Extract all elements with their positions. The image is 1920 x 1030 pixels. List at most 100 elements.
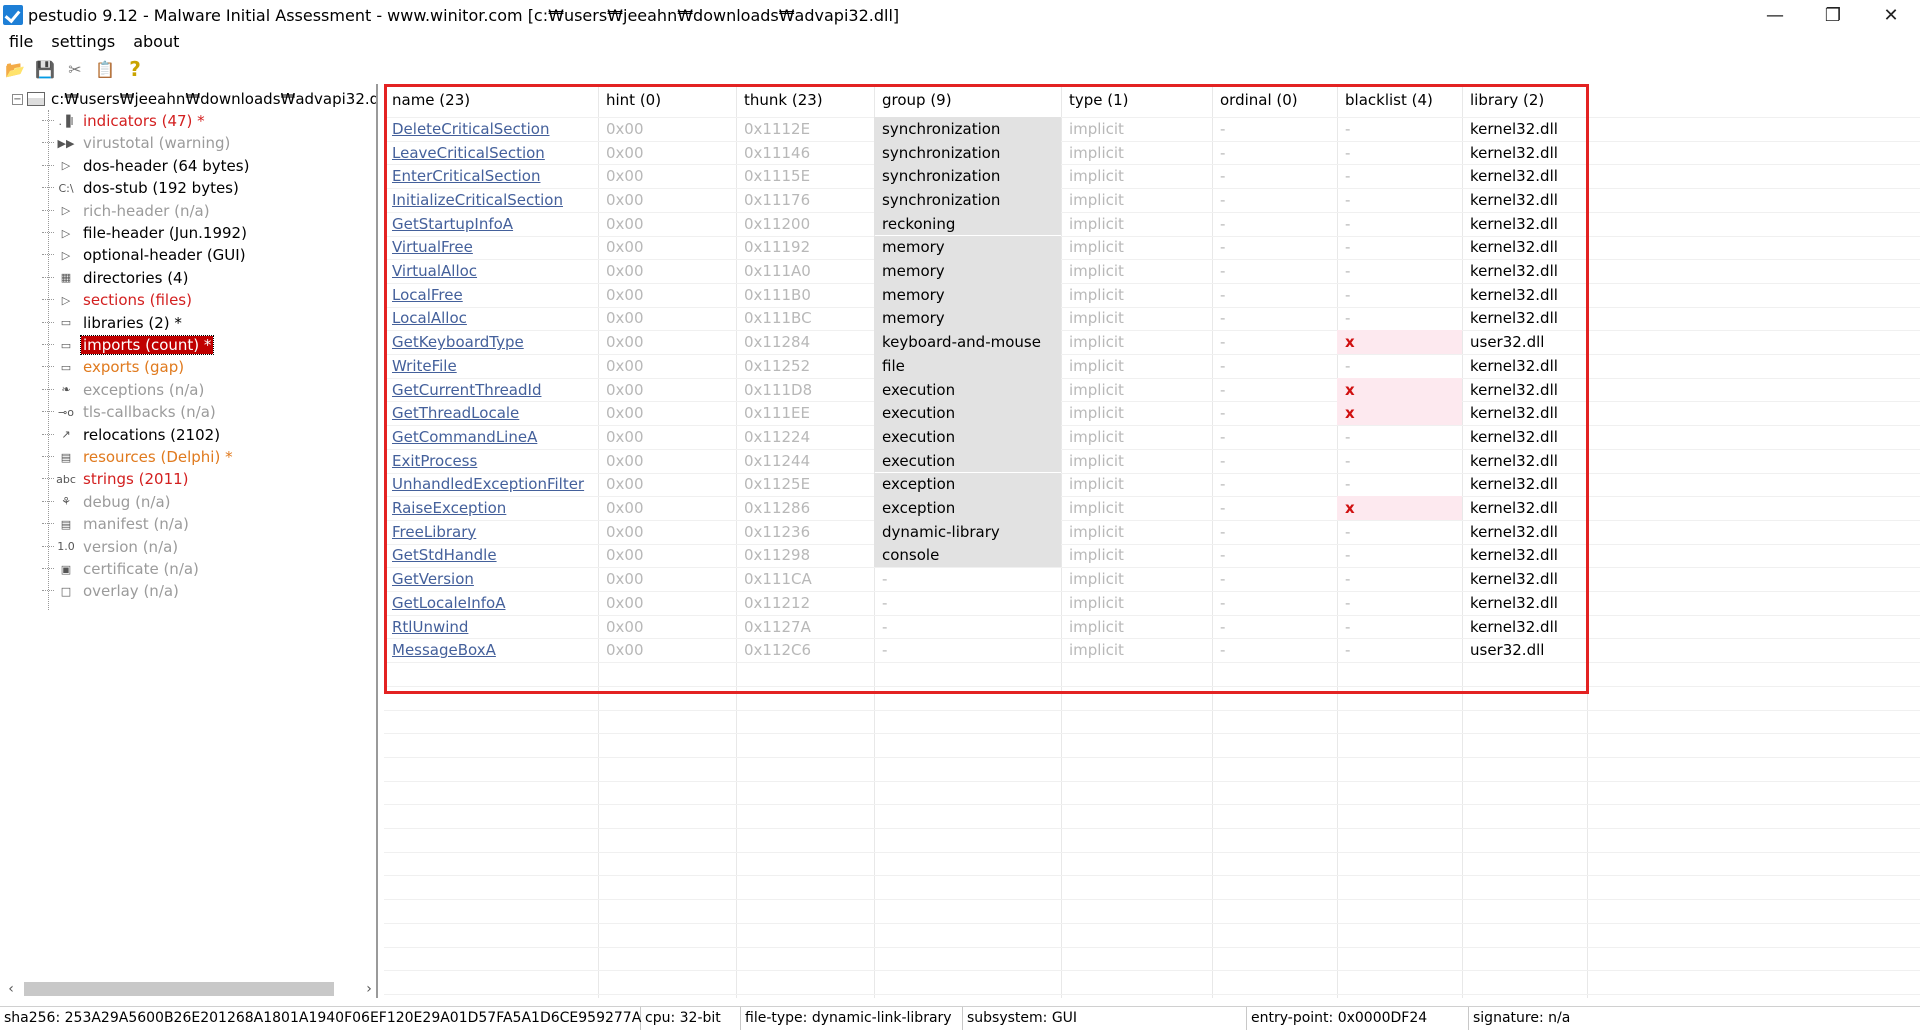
column-header-thunk[interactable]: thunk (23) xyxy=(736,88,874,112)
clipboard-icon[interactable]: 📋 xyxy=(94,58,116,80)
tree-root[interactable]: − c:₩users₩jeeahn₩downloads₩advapi32.dll xyxy=(12,88,376,110)
tree-panel[interactable]: − c:₩users₩jeeahn₩downloads₩advapi32.dll… xyxy=(2,84,378,998)
cell-name[interactable]: DeleteCriticalSection xyxy=(384,117,598,141)
cell-name[interactable]: WriteFile xyxy=(384,354,598,378)
tree-item-label: resources (Delphi) * xyxy=(83,448,233,466)
table-row[interactable]: GetThreadLocale 0x00 0x111EE execution impli… xyxy=(384,401,1584,426)
tree-item[interactable]: ▶▶ virustotal (warning) xyxy=(42,132,232,154)
table-row[interactable]: FreeLibrary 0x00 0x11236 dynamic-library imp… xyxy=(384,519,1584,544)
table-row[interactable]: GetStartupInfoA 0x00 0x11200 reckoning impli… xyxy=(384,211,1584,236)
cell-name[interactable]: GetCommandLineA xyxy=(384,425,598,449)
column-header-blacklist[interactable]: blacklist (4) xyxy=(1337,88,1462,112)
tree-item[interactable]: ▦ directories (4) xyxy=(42,267,190,289)
cell-type: implicit xyxy=(1069,309,1124,328)
open-icon[interactable]: 📂 xyxy=(4,58,26,80)
table-row[interactable]: VirtualFree 0x00 0x11192 memory implicit - - ke… xyxy=(384,235,1584,260)
table-row[interactable]: GetVersion 0x00 0x111CA - implicit - - kernel32… xyxy=(384,567,1584,591)
column-header-name[interactable]: name (23) xyxy=(384,88,598,112)
tree-item[interactable]: ❧ exceptions (n/a) xyxy=(42,379,206,401)
table-row[interactable]: GetKeyboardType 0x00 0x11284 keyboard-and-m… xyxy=(384,330,1584,354)
tree-item[interactable]: ▣ certificate (n/a) xyxy=(42,558,201,580)
tree-item[interactable]: ▤ manifest (n/a) xyxy=(42,513,191,535)
tree-item[interactable]: abc strings (2011) xyxy=(42,468,191,490)
tree-item[interactable]: ⊸o tls-callbacks (n/a) xyxy=(42,401,218,423)
table-row[interactable]: EnterCriticalSection 0x00 0x1115E synchroni… xyxy=(384,164,1584,189)
menu-file[interactable]: file xyxy=(0,32,42,51)
table-row[interactable]: WriteFile 0x00 0x11252 file implicit - - kernel… xyxy=(384,354,1584,378)
cell-name[interactable]: ExitProcess xyxy=(384,449,598,473)
tree-item[interactable]: 1.0 version (n/a) xyxy=(42,536,180,558)
cell-name[interactable]: GetStdHandle xyxy=(384,544,598,568)
save-icon[interactable]: 💾 xyxy=(34,58,56,80)
exceptions-icon: ❧ xyxy=(61,383,71,397)
menu-settings[interactable]: settings xyxy=(42,32,124,51)
table-row[interactable]: InitializeCriticalSection 0x00 0x11176 sync… xyxy=(384,188,1584,212)
cell-name[interactable]: FreeLibrary xyxy=(384,520,598,544)
scroll-track[interactable] xyxy=(20,982,360,996)
column-header-group[interactable]: group (9) xyxy=(874,88,1061,112)
table-row[interactable]: LocalAlloc 0x00 0x111BC memory implicit - - ker… xyxy=(384,306,1584,331)
cell-name[interactable]: GetStartupInfoA xyxy=(384,212,598,236)
scroll-thumb[interactable] xyxy=(24,982,334,996)
cell-name[interactable]: LocalFree xyxy=(384,283,598,307)
cell-name[interactable]: RtlUnwind xyxy=(384,615,598,639)
tree-item[interactable]: ▭ imports (count) * xyxy=(42,334,215,356)
cell-name[interactable]: GetKeyboardType xyxy=(384,330,598,354)
cell-name[interactable]: GetCurrentThreadId xyxy=(384,378,598,402)
table-row[interactable]: DeleteCriticalSection 0x00 0x1112E synchron… xyxy=(384,117,1584,141)
table-row[interactable]: VirtualAlloc 0x00 0x111A0 memory implicit - - k… xyxy=(384,259,1584,283)
tree-item-label: file-header (Jun.1992) xyxy=(83,224,247,242)
tree-item[interactable]: ▷ file-header (Jun.1992) xyxy=(42,222,249,244)
minimize-button[interactable]: — xyxy=(1746,0,1804,30)
cell-name[interactable]: LocalAlloc xyxy=(384,307,598,331)
menu-about[interactable]: about xyxy=(124,32,188,51)
cell-name[interactable]: GetVersion xyxy=(384,567,598,591)
table-row[interactable]: GetLocaleInfoA 0x00 0x11212 - implicit - - kern… xyxy=(384,591,1584,615)
cell-name[interactable]: EnterCriticalSection xyxy=(384,164,598,188)
table-row[interactable]: ExitProcess 0x00 0x11244 execution implicit -… xyxy=(384,448,1584,473)
column-header-hint[interactable]: hint (0) xyxy=(598,88,736,112)
cell-name[interactable]: MessageBoxA xyxy=(384,638,598,662)
column-header-ordinal[interactable]: ordinal (0) xyxy=(1212,88,1337,112)
table-row[interactable]: GetCurrentThreadId 0x00 0x111D8 execution im… xyxy=(384,377,1584,402)
close-button[interactable]: ✕ xyxy=(1862,0,1920,30)
tree-item[interactable]: ▷ sections (files) xyxy=(42,289,194,311)
cell-name[interactable]: VirtualAlloc xyxy=(384,259,598,283)
tree-item[interactable]: .▐l indicators (47) * xyxy=(42,110,207,132)
tree-item[interactable]: ↗ relocations (2102) xyxy=(42,424,222,446)
cell-name[interactable]: GetLocaleInfoA xyxy=(384,591,598,615)
scroll-right-icon[interactable]: › xyxy=(360,981,376,997)
tree-item[interactable]: □ overlay (n/a) xyxy=(42,580,181,602)
help-icon[interactable]: ? xyxy=(124,57,146,81)
tree-item[interactable]: ▭ exports (gap) xyxy=(42,356,186,378)
table-row[interactable]: RaiseException 0x00 0x11286 exception implic… xyxy=(384,496,1584,520)
collapse-icon[interactable]: − xyxy=(12,93,23,105)
tree-item[interactable]: C:\ dos-stub (192 bytes) xyxy=(42,177,241,199)
table-row[interactable]: LeaveCriticalSection 0x00 0x11146 synchroni… xyxy=(384,140,1584,165)
scroll-left-icon[interactable]: ‹ xyxy=(2,981,20,997)
tree-item[interactable]: ▷ optional-header (GUI) xyxy=(42,244,248,266)
cell-name[interactable]: VirtualFree xyxy=(384,236,598,260)
tree-item[interactable]: ▷ dos-header (64 bytes) xyxy=(42,155,251,177)
table-row[interactable]: GetStdHandle 0x00 0x11298 console implicit - -… xyxy=(384,543,1584,568)
table-row[interactable]: MessageBoxA 0x00 0x112C6 - implicit - - user32.… xyxy=(384,638,1584,662)
cut-icon[interactable]: ✂ xyxy=(64,58,86,80)
column-header-library[interactable]: library (2) xyxy=(1462,88,1587,112)
maximize-button[interactable]: ❐ xyxy=(1804,0,1862,30)
tree-item[interactable]: ⚘ debug (n/a) xyxy=(42,491,173,513)
cell-name[interactable]: LeaveCriticalSection xyxy=(384,141,598,165)
cell-thunk: 0x1115E xyxy=(744,167,811,186)
column-header-type[interactable]: type (1) xyxy=(1061,88,1212,112)
table-row[interactable]: LocalFree 0x00 0x111B0 memory implicit - - kern… xyxy=(384,282,1584,307)
cell-name[interactable]: InitializeCriticalSection xyxy=(384,188,598,212)
tree-item[interactable]: ▤ resources (Delphi) * xyxy=(42,446,235,468)
tree-horizontal-scrollbar[interactable]: ‹ › xyxy=(2,980,376,998)
table-row[interactable]: RtlUnwind 0x00 0x1127A - implicit - - kernel32.… xyxy=(384,615,1584,639)
tree-item[interactable]: ▭ libraries (2) * xyxy=(42,312,184,334)
table-row[interactable]: UnhandledExceptionFilter 0x00 0x1125E excep… xyxy=(384,472,1584,497)
cell-name[interactable]: UnhandledExceptionFilter xyxy=(384,473,598,497)
cell-name[interactable]: RaiseException xyxy=(384,496,598,520)
cell-name[interactable]: GetThreadLocale xyxy=(384,401,598,425)
table-row[interactable]: GetCommandLineA 0x00 0x11224 execution impli… xyxy=(384,425,1584,449)
tree-item[interactable]: ▷ rich-header (n/a) xyxy=(42,200,212,222)
